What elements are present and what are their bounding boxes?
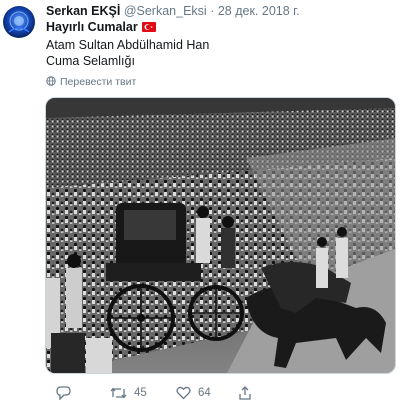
share-icon	[239, 386, 251, 400]
author-handle[interactable]: @Serkan_Eksi	[124, 4, 207, 18]
tweet-text-line-3: Cuma Selamlığı	[46, 54, 135, 68]
tweet-photo[interactable]	[45, 97, 396, 374]
globe-icon	[46, 76, 56, 86]
tweet-header: Serkan EKŞİ @Serkan_Eksi · 28 дек. 2018 …	[46, 4, 300, 19]
header-separator: ·	[210, 4, 215, 18]
author-name[interactable]: Serkan EKŞİ	[46, 4, 120, 18]
like-icon	[176, 386, 191, 400]
retweet-button[interactable]: 45	[110, 384, 147, 402]
avatar[interactable]	[3, 6, 35, 38]
reply-button[interactable]	[56, 384, 78, 402]
translate-label: Перевести твит	[60, 76, 137, 88]
reply-icon	[56, 386, 71, 400]
translate-tweet-link[interactable]: Перевести твит	[46, 76, 136, 89]
tweet: Serkan EKŞİ @Serkan_Eksi · 28 дек. 2018 …	[0, 0, 420, 402]
tweet-date[interactable]: 28 дек. 2018 г.	[218, 4, 300, 18]
share-button[interactable]	[238, 384, 259, 402]
tweet-text-line-1: Hayırlı Cumalar	[46, 20, 156, 35]
tweet-actions: 45 64	[46, 384, 406, 402]
like-count: 64	[198, 387, 211, 399]
like-button[interactable]: 64	[176, 384, 211, 402]
avatar-image	[8, 11, 30, 33]
retweet-icon	[110, 387, 127, 399]
tweet-text-line-2: Atam Sultan Abdülhamid Han	[46, 38, 210, 52]
retweet-count: 45	[134, 387, 147, 399]
historical-photo	[46, 98, 395, 373]
turkish-flag-icon	[141, 22, 156, 32]
tweet-line-greeting: Hayırlı Cumalar	[46, 20, 138, 34]
